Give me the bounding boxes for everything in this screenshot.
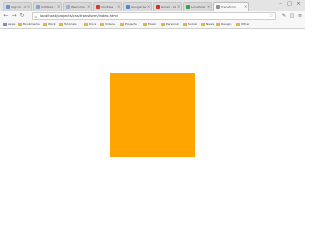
extension-icon[interactable]: ✎ [280, 12, 288, 20]
tab-close-icon[interactable]: × [57, 4, 60, 10]
folder-icon [143, 23, 147, 26]
folder-icon [216, 23, 220, 26]
reload-button[interactable]: ↻ [18, 12, 26, 20]
page-icon [216, 5, 220, 9]
tab-active[interactable]: Transform × [213, 2, 249, 11]
page-info-icon[interactable]: ▫ [34, 14, 38, 19]
bookmarks-bar: Apps Bookmarks Work Tutorials Docs Video… [0, 21, 305, 28]
tab-title: Transform [221, 5, 236, 9]
tab-title: Google Search [131, 5, 146, 9]
folder-icon [201, 23, 205, 26]
tab-3[interactable]: Welcome - Admin × [63, 2, 92, 11]
browser-chrome: Sign In - XAMPP × Untitled - HTML × Welc… [0, 0, 305, 29]
folder-icon [59, 23, 63, 26]
page-icon [66, 5, 70, 9]
forward-button[interactable]: → [10, 12, 18, 20]
tab-title: Untitled - HTML [41, 5, 56, 9]
apps-icon [3, 23, 7, 26]
maximize-button[interactable]: □ [285, 1, 294, 8]
tab-5[interactable]: Google Search × [123, 2, 152, 11]
tab-4[interactable]: YouTube × [93, 2, 122, 11]
tab-title: YouTube [101, 5, 114, 9]
tab-close-icon[interactable]: × [177, 4, 180, 10]
page-icon [6, 5, 10, 9]
tab-strip: Sign In - XAMPP × Untitled - HTML × Welc… [0, 0, 305, 11]
page-icon [36, 5, 40, 9]
folder-icon [18, 23, 22, 26]
tab-7[interactable]: Localhost × [183, 2, 212, 11]
tab-title: Welcome - Admin [71, 5, 86, 9]
tab-1[interactable]: Sign In - XAMPP × [3, 2, 32, 11]
navigation-bar: ← → ↻ ▫ localhost/projects/css/transform… [0, 11, 305, 21]
mail-icon [156, 5, 160, 9]
tab-2[interactable]: Untitled - HTML × [33, 2, 62, 11]
tab-6[interactable]: Gmail - Inbox × [153, 2, 182, 11]
minimize-button[interactable]: – [276, 1, 285, 8]
tab-title: Sign In - XAMPP [11, 5, 26, 9]
folder-icon [183, 23, 187, 26]
youtube-icon [96, 5, 100, 9]
page-viewport [0, 29, 305, 203]
folder-icon [84, 23, 88, 26]
bookmark-star-icon[interactable]: ☆ [268, 13, 274, 19]
orange-square [110, 73, 195, 157]
extension-icon[interactable]: ◫ [288, 12, 296, 20]
google-icon [126, 5, 130, 9]
close-window-button[interactable]: × [294, 1, 303, 8]
tab-close-icon[interactable]: × [147, 4, 150, 10]
menu-icon[interactable]: ≡ [296, 12, 304, 20]
tab-close-icon[interactable]: × [117, 4, 120, 10]
tab-close-icon[interactable]: × [27, 4, 30, 10]
folder-icon [100, 23, 104, 26]
folder-icon [43, 23, 47, 26]
tab-title: Gmail - Inbox [161, 5, 176, 9]
folder-icon [120, 23, 124, 26]
tab-title: Localhost [191, 5, 206, 9]
back-button[interactable]: ← [2, 12, 10, 20]
tab-close-icon[interactable]: × [207, 4, 210, 10]
page-icon [186, 5, 190, 9]
tab-close-icon[interactable]: × [244, 4, 247, 10]
url-text[interactable]: localhost/projects/css/transform/index.h… [40, 13, 261, 19]
tab-close-icon[interactable]: × [87, 4, 90, 10]
address-bar[interactable]: ▫ localhost/projects/css/transform/index… [32, 12, 276, 20]
folder-icon [236, 23, 240, 26]
folder-icon [161, 23, 165, 26]
